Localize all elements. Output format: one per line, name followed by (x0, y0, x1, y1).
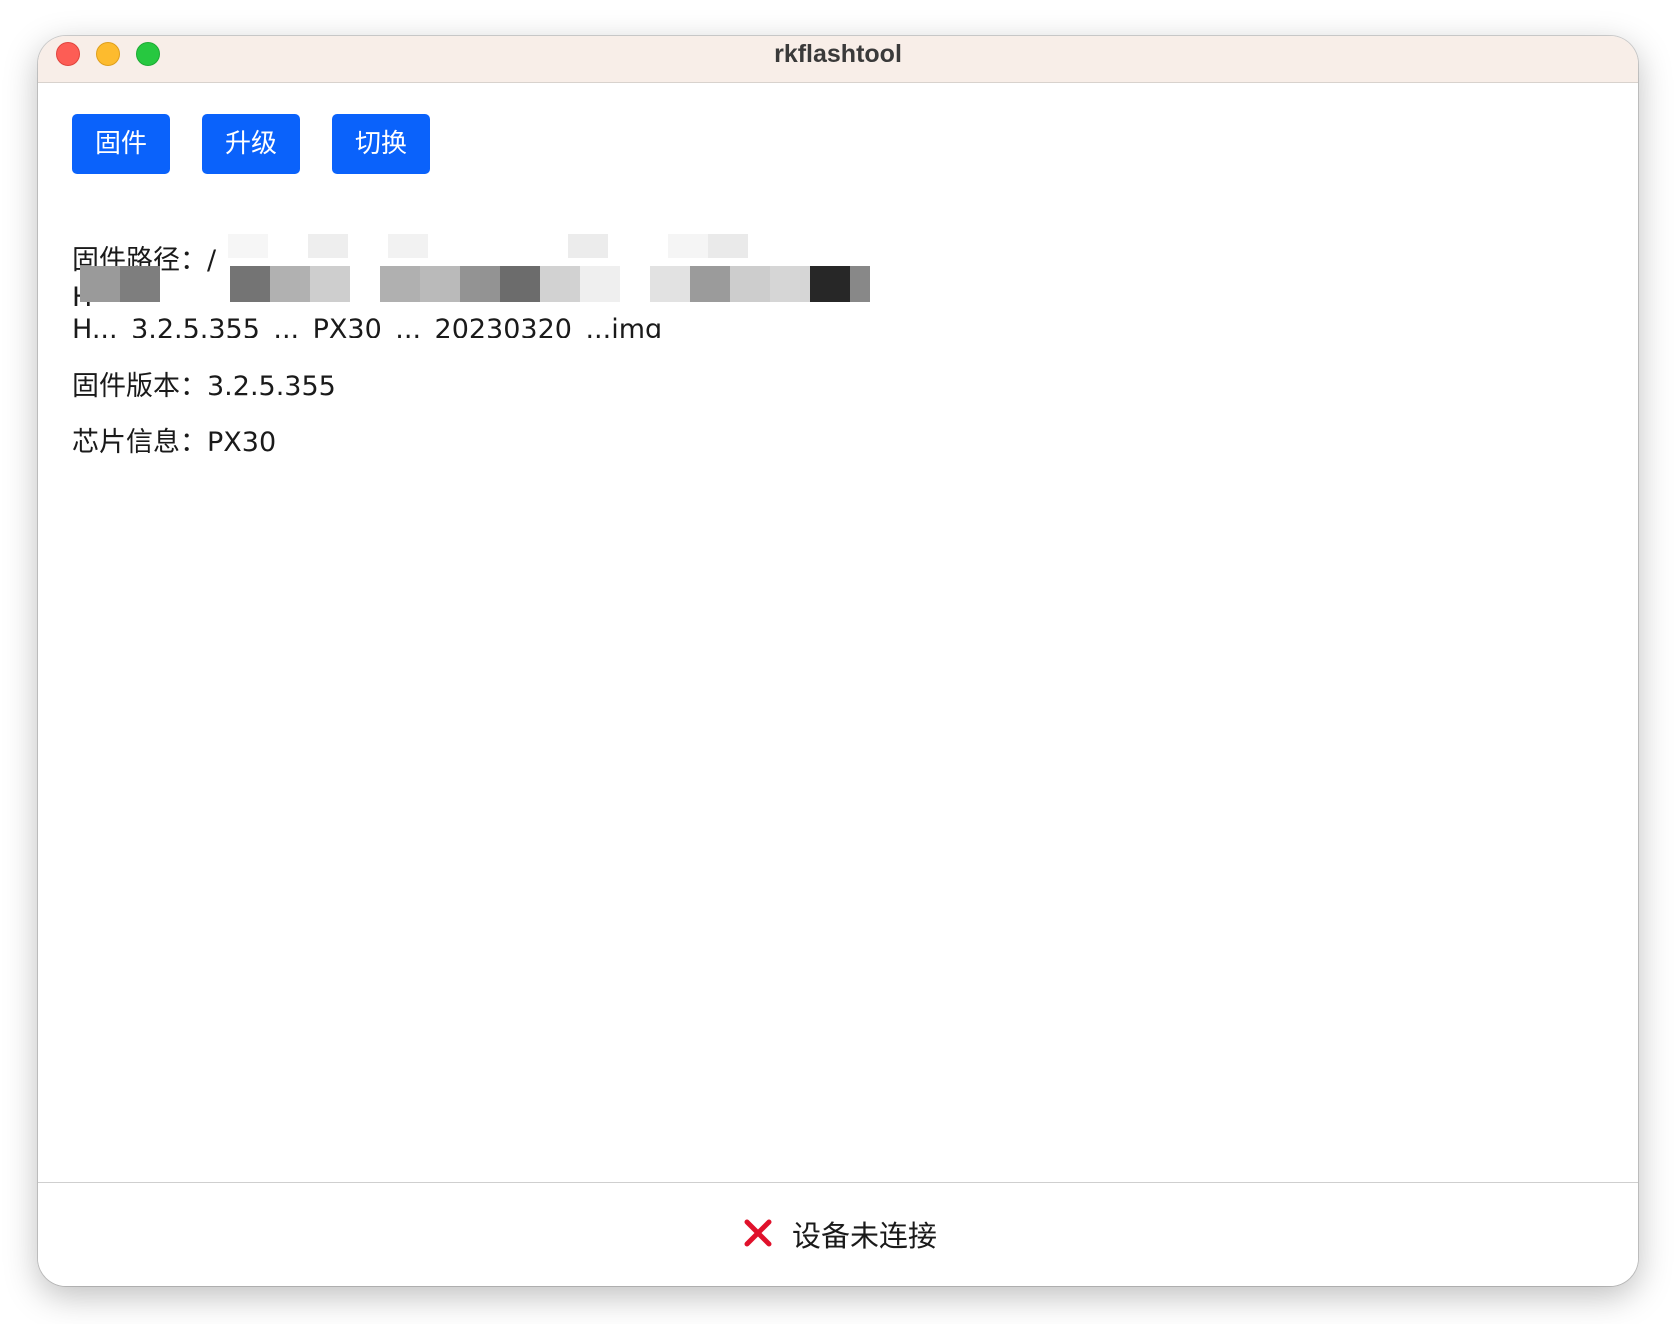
firmware-path-line-3: H..._3.2.5.355_..._PX30_..._20230320_...… (72, 314, 663, 338)
status-bar: 设备未连接 (38, 1182, 1638, 1286)
firmware-version-label: 固件版本： (72, 371, 207, 402)
switch-button[interactable]: 切换 (332, 114, 430, 174)
redacted-path-mosaic-2 (80, 266, 870, 302)
title-bar[interactable]: rkflashtool (38, 36, 1638, 83)
upgrade-button[interactable]: 升级 (202, 114, 300, 174)
app-window: rkflashtool 固件 升级 切换 固件路径：/ H H..._3.2.5… (38, 36, 1638, 1286)
connection-status-text: 设备未连接 (792, 1219, 938, 1253)
chip-info-label: 芯片信息： (72, 427, 207, 458)
window-title: rkflashtool (774, 40, 902, 68)
redacted-path-mosaic-1 (228, 234, 828, 270)
firmware-version-value: 3.2.5.355 (207, 371, 336, 402)
firmware-button[interactable]: 固件 (72, 114, 170, 174)
close-icon (744, 1219, 772, 1247)
firmware-version: 固件版本：3.2.5.355 (72, 364, 336, 403)
chip-info-value: PX30 (207, 427, 277, 458)
chip-info: 芯片信息：PX30 (72, 420, 276, 459)
